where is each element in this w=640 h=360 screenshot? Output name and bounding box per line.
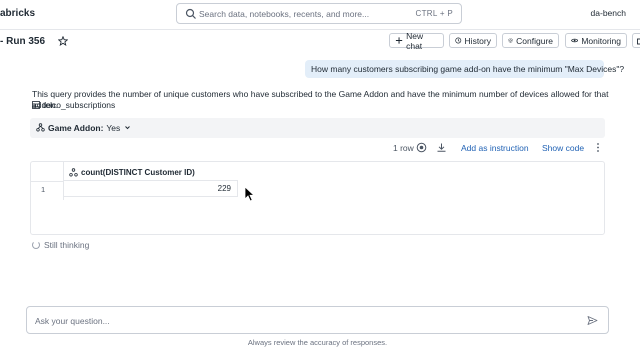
search-icon — [185, 8, 196, 19]
table-reference-label: telco_subscriptions — [43, 100, 116, 110]
user-message: How many customers subscribing game add-… — [305, 60, 624, 78]
result-view-icon[interactable] — [416, 142, 427, 153]
header-divider — [31, 181, 64, 182]
global-search[interactable]: Search data, notebooks, recents, and mor… — [176, 3, 462, 24]
add-as-instruction-link[interactable]: Add as instruction — [461, 143, 529, 153]
page-title: - Run 356 — [0, 36, 46, 47]
new-chat-label: New chat — [406, 30, 424, 51]
mouse-cursor-icon — [244, 186, 255, 202]
table-cell-value[interactable]: 229 — [64, 181, 238, 197]
plus-icon — [395, 37, 403, 44]
brand-logo[interactable]: abricks — [0, 8, 35, 19]
assistant-response: This query provides the number of unique… — [32, 89, 609, 110]
table-icon — [32, 101, 40, 109]
question-placeholder: Ask your question... — [35, 316, 110, 326]
thinking-label: Still thinking — [44, 240, 90, 250]
table-row-number: 1 — [41, 185, 46, 194]
spinner-icon — [32, 241, 40, 249]
filter-icon — [36, 123, 45, 132]
share-button[interactable] — [632, 33, 640, 48]
column-header-label: count(DISTINCT Customer ID) — [81, 168, 195, 177]
aggregate-icon — [69, 168, 78, 177]
filter-chip-game-addon[interactable]: Game Addon: Yes — [36, 121, 132, 134]
search-placeholder: Search data, notebooks, recents, and mor… — [199, 9, 370, 19]
configure-button[interactable]: Configure — [502, 33, 559, 48]
monitoring-button[interactable]: Monitoring — [565, 33, 627, 48]
more-options-icon[interactable] — [594, 142, 602, 153]
history-label: History — [464, 35, 491, 46]
configure-label: Configure — [516, 35, 553, 46]
thinking-status: Still thinking — [32, 240, 89, 250]
question-input[interactable]: Ask your question... — [26, 306, 609, 334]
monitoring-label: Monitoring — [581, 35, 621, 46]
filter-value: Yes — [106, 122, 121, 133]
download-icon[interactable] — [436, 142, 447, 153]
disclaimer-text: Always review the accuracy of responses. — [247, 338, 388, 347]
star-icon[interactable] — [58, 36, 68, 46]
history-icon — [455, 37, 462, 44]
eye-icon — [571, 38, 579, 43]
filter-label: Game Addon: — [48, 122, 104, 133]
new-chat-button[interactable]: New chat — [389, 30, 444, 51]
share-icon — [637, 38, 640, 45]
result-table: count(DISTINCT Customer ID) 1 229 — [30, 161, 605, 235]
search-shortcut: CTRL + P — [415, 9, 453, 18]
row-count: 1 row — [393, 143, 414, 153]
gear-icon — [508, 38, 513, 43]
show-code-link[interactable]: Show code — [542, 143, 584, 153]
filter-bar: Game Addon: Yes — [30, 118, 605, 138]
chevron-down-icon — [125, 126, 131, 130]
table-reference[interactable]: telco_subscriptions — [32, 100, 115, 110]
history-button[interactable]: History — [449, 33, 497, 48]
top-bar: abricks Search data, notebooks, recents,… — [0, 0, 640, 30]
send-icon[interactable] — [587, 315, 598, 326]
column-header[interactable]: count(DISTINCT Customer ID) — [64, 165, 238, 181]
workspace-user[interactable]: da-bench — [591, 8, 626, 18]
